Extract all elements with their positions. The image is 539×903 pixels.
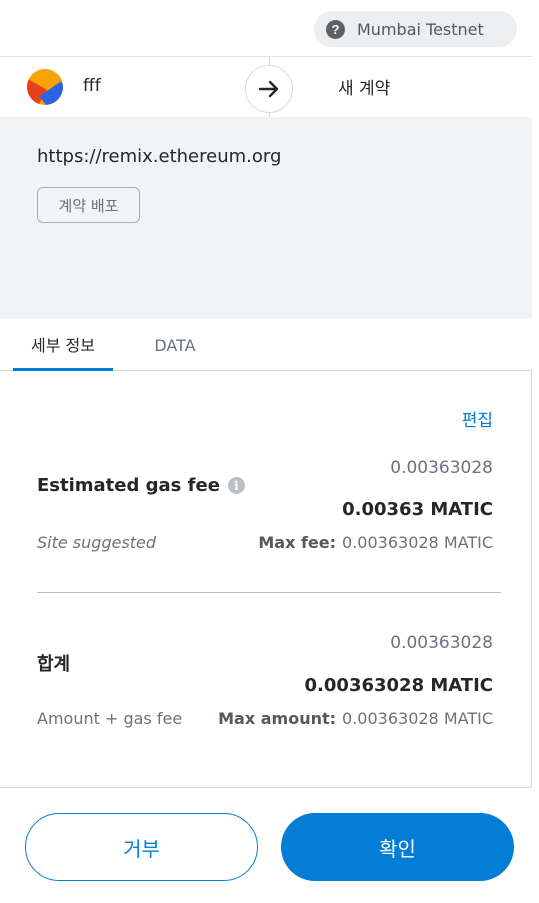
max-amount-value: 0.00363028 MATIC — [342, 709, 493, 728]
section-divider — [37, 592, 501, 593]
sender-recipient-row: fff 새 계약 — [0, 57, 532, 117]
top-bar: ? Mumbai Testnet — [0, 0, 532, 57]
gas-fee-title-text: Estimated gas fee — [37, 475, 220, 496]
network-label: Mumbai Testnet — [357, 19, 484, 39]
question-icon: ? — [326, 19, 345, 39]
edit-gas-link[interactable]: 편집 — [462, 406, 493, 431]
gas-fee-title: Estimated gas fee i — [37, 475, 245, 496]
sender-account-name[interactable]: fff — [83, 76, 101, 96]
divider — [269, 57, 270, 65]
total-secondary: 0.00363028 — [390, 633, 493, 653]
tab-data[interactable]: DATA — [138, 319, 212, 371]
recipient-label: 새 계약 — [338, 79, 391, 99]
gas-fee-primary: 0.00363 MATIC — [342, 499, 493, 520]
max-amount-label: Max amount: — [218, 709, 337, 728]
account-avatar — [27, 69, 63, 105]
arrow-right-icon — [245, 65, 293, 113]
detail-tabs: 세부 정보 DATA — [0, 319, 532, 371]
transaction-type-tag: 계약 배포 — [37, 187, 140, 223]
gas-fee-secondary: 0.00363028 — [390, 458, 493, 478]
total-breakdown: Amount + gas fee — [37, 709, 183, 728]
tab-details[interactable]: 세부 정보 — [13, 319, 113, 371]
max-fee-label: Max fee: — [258, 533, 337, 552]
total-title: 합계 — [37, 650, 70, 676]
footer-actions: 거부 확인 — [0, 787, 532, 903]
network-selector[interactable]: ? Mumbai Testnet — [314, 11, 517, 47]
max-fee: Max fee: 0.00363028 MATIC — [258, 533, 493, 552]
info-icon[interactable]: i — [227, 477, 245, 494]
total-primary: 0.00363028 MATIC — [304, 675, 493, 696]
gas-fee-source: Site suggested — [37, 533, 157, 552]
origin-url: https://remix.ethereum.org — [37, 146, 282, 167]
origin-panel: https://remix.ethereum.org 계약 배포 — [0, 117, 532, 319]
confirm-transaction-window: ? Mumbai Testnet fff 새 계약 https://remix.… — [0, 0, 532, 903]
total-title-text: 합계 — [37, 654, 71, 675]
max-fee-value: 0.00363028 MATIC — [342, 533, 493, 552]
reject-button[interactable]: 거부 — [25, 813, 258, 881]
confirm-button[interactable]: 확인 — [281, 813, 514, 881]
max-amount: Max amount: 0.00363028 MATIC — [218, 709, 493, 728]
